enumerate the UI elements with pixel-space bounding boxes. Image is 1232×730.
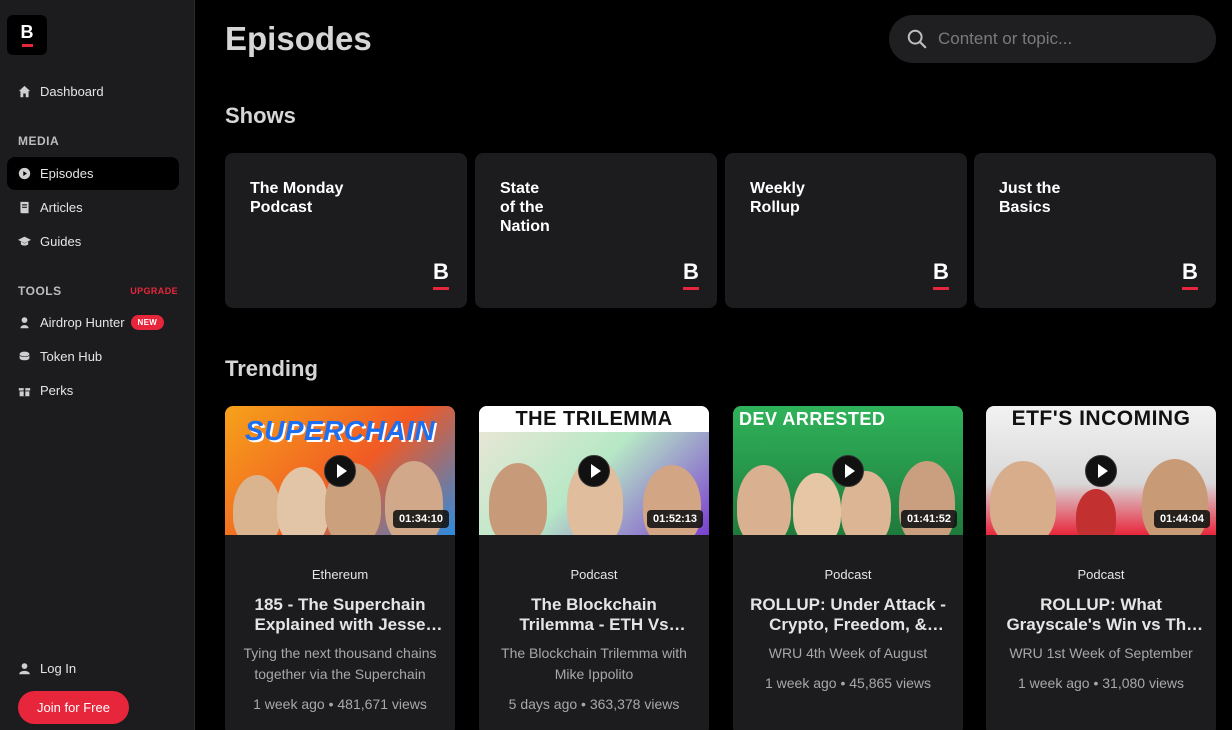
- coins-icon: [18, 350, 31, 363]
- book-icon: [18, 201, 31, 214]
- sidebar-item-perks[interactable]: Perks: [7, 374, 179, 407]
- sidebar-item-episodes[interactable]: Episodes: [7, 157, 179, 190]
- graduation-cap-icon: [18, 235, 31, 248]
- login-label: Log In: [40, 661, 77, 676]
- sidebar-item-guides[interactable]: Guides: [7, 225, 179, 258]
- gift-icon: [18, 384, 31, 397]
- tools-section-label: TOOLS: [18, 284, 62, 298]
- show-title: State of the Nation: [500, 180, 550, 235]
- sidebar-item-label: Guides: [40, 234, 82, 249]
- show-title: The Monday Podcast: [250, 180, 344, 216]
- episode-card[interactable]: THE TRILEMMA 01:52:13 Podcast The Blockc…: [479, 406, 709, 730]
- sidebar-item-label: Token Hub: [40, 349, 103, 364]
- thumbnail-banner-text: DEV ARRESTED: [739, 408, 886, 429]
- episode-card[interactable]: DEV ARRESTED 01:41:52 Podcast ROLLUP: Un…: [733, 406, 963, 730]
- play-button[interactable]: [324, 454, 356, 487]
- episode-title[interactable]: ROLLUP: Under Attack - Crypto, Freedom, …: [747, 595, 949, 635]
- episode-description: Tying the next thousand chains together …: [243, 645, 437, 682]
- sidebar-item-label: Perks: [40, 383, 74, 398]
- play-button[interactable]: [578, 454, 610, 487]
- media-section-label: MEDIA: [18, 134, 60, 148]
- trending-heading: Trending: [225, 356, 318, 381]
- login-link[interactable]: Log In: [18, 661, 76, 676]
- episode-thumbnail: ETF'S INCOMING 01:44:04: [986, 406, 1216, 535]
- episode-card[interactable]: ETF'S INCOMING 01:44:04 Podcast ROLLUP: …: [986, 406, 1216, 730]
- home-icon: [18, 85, 31, 98]
- bankless-mark-icon: B: [683, 261, 699, 290]
- episode-meta: 5 days ago • 363,378 views: [508, 696, 680, 712]
- show-title: Weekly Rollup: [750, 180, 805, 216]
- episode-thumbnail: SUPERCHAIN 01:34:10: [225, 406, 455, 535]
- play-button[interactable]: [1085, 454, 1117, 487]
- sidebar-item-label: Airdrop Hunter: [40, 315, 125, 330]
- episode-description: WRU 1st Week of September: [1009, 645, 1193, 661]
- new-badge: NEW: [130, 315, 165, 330]
- episode-meta: 1 week ago • 45,865 views: [764, 675, 931, 691]
- search-icon: [907, 29, 927, 49]
- episode-card[interactable]: SUPERCHAIN 01:34:10 Ethereum 185 - The S…: [225, 406, 455, 730]
- episode-thumbnail: THE TRILEMMA 01:52:13: [479, 406, 709, 535]
- sidebar: B Dashboard MEDIA Episodes Articles Guid…: [0, 0, 195, 730]
- episode-title[interactable]: 185 - The Superchain Explained with Jess…: [239, 595, 441, 635]
- episode-category: Podcast: [570, 567, 618, 582]
- bankless-mark-icon: B: [433, 261, 449, 290]
- sidebar-item-label: Dashboard: [40, 84, 104, 99]
- sidebar-item-articles[interactable]: Articles: [7, 191, 179, 224]
- page-title: Episodes: [225, 20, 372, 57]
- bankless-mark-icon: B: [1182, 261, 1198, 290]
- episode-category: Ethereum: [311, 567, 369, 582]
- search-bar[interactable]: [889, 15, 1216, 63]
- user-icon: [19, 663, 30, 675]
- episode-duration: 01:41:52: [900, 510, 957, 528]
- upgrade-link[interactable]: UPGRADE: [130, 286, 178, 296]
- episode-duration: 01:44:04: [1153, 510, 1210, 528]
- shows-heading: Shows: [225, 103, 296, 128]
- episode-description: The Blockchain Trilemma with Mike Ippoli…: [501, 645, 687, 682]
- episode-thumbnail: DEV ARRESTED 01:41:52: [733, 406, 963, 535]
- bankless-logo[interactable]: B: [7, 15, 47, 55]
- show-card-monday-podcast[interactable]: The Monday Podcast B: [225, 153, 467, 308]
- logo-letter: B: [20, 22, 34, 42]
- sidebar-item-label: Episodes: [40, 166, 94, 181]
- episode-duration: 01:52:13: [646, 510, 703, 528]
- episode-meta: 1 week ago • 481,671 views: [253, 696, 427, 712]
- logo-underline: [21, 44, 33, 47]
- sidebar-item-label: Articles: [40, 200, 83, 215]
- episode-description: WRU 4th Week of August: [768, 645, 928, 661]
- play-button[interactable]: [832, 454, 864, 487]
- thumbnail-banner-text: THE TRILEMMA: [479, 406, 709, 432]
- episode-duration: 01:34:10: [392, 510, 449, 528]
- search-input[interactable]: [938, 29, 1198, 49]
- episode-category: Podcast: [1077, 567, 1125, 582]
- play-circle-icon: [18, 167, 31, 180]
- episode-title[interactable]: ROLLUP: What Grayscale's Win vs The SEC …: [1000, 595, 1202, 635]
- sidebar-item-airdrop-hunter[interactable]: Airdrop Hunter NEW: [7, 306, 179, 339]
- airdrop-icon: [18, 316, 31, 329]
- bankless-mark-icon: B: [933, 261, 949, 290]
- show-card-weekly-rollup[interactable]: Weekly Rollup B: [725, 153, 967, 308]
- show-card-just-the-basics[interactable]: Just the Basics B: [974, 153, 1216, 308]
- sidebar-item-dashboard[interactable]: Dashboard: [7, 75, 179, 108]
- sidebar-item-token-hub[interactable]: Token Hub: [7, 340, 179, 373]
- episode-meta: 1 week ago • 31,080 views: [1017, 675, 1184, 691]
- join-for-free-button[interactable]: Join for Free: [18, 691, 129, 724]
- episode-title[interactable]: The Blockchain Trilemma - ETH Vs SOLANA: [493, 595, 695, 635]
- episode-category: Podcast: [824, 567, 872, 582]
- show-title: Just the Basics: [999, 180, 1061, 216]
- show-card-state-of-the-nation[interactable]: State of the Nation B: [475, 153, 717, 308]
- thumbnail-banner-text: ETF'S INCOMING: [1011, 407, 1191, 430]
